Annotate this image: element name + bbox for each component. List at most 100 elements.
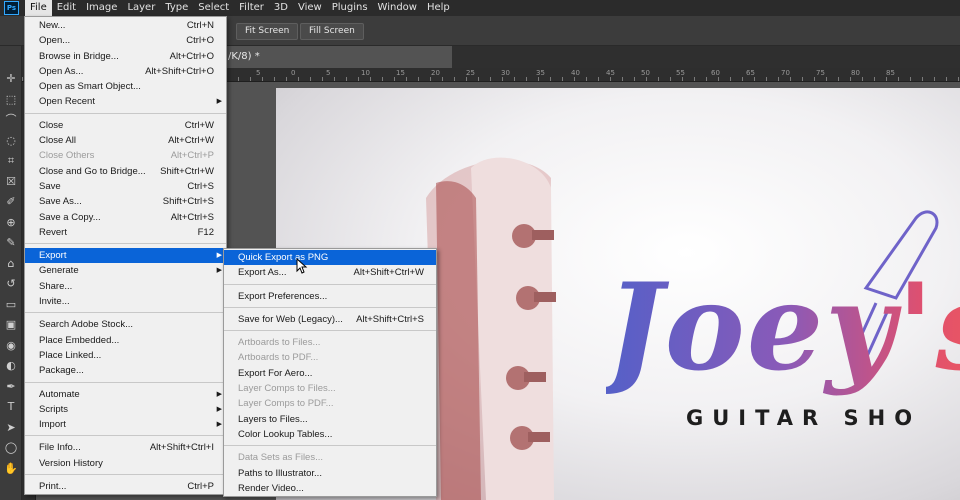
- menu-item-label: Generate: [39, 265, 79, 277]
- menu-item-print[interactable]: Print... Ctrl+P: [25, 479, 226, 494]
- menu-item-close-and-go-to-bridge[interactable]: Close and Go to Bridge... Shift+Ctrl+W: [25, 164, 226, 179]
- menu-item-place-embedded[interactable]: Place Embedded...: [25, 333, 226, 348]
- menu-item-export-preferences[interactable]: Export Preferences...: [224, 289, 436, 304]
- menu-item-label: Version History: [39, 457, 103, 469]
- menu-item-save-a-copy[interactable]: Save a Copy... Alt+Ctrl+S: [25, 210, 226, 225]
- frame-tool-icon[interactable]: ☒: [4, 175, 18, 189]
- menu-item-label: Scripts: [39, 403, 69, 415]
- menu-window[interactable]: Window: [373, 0, 422, 16]
- menu-item-label: Save for Web (Legacy)...: [238, 313, 343, 325]
- ruler-label: 60: [711, 69, 720, 77]
- guitar-headstock-image: [426, 157, 556, 500]
- menu-item-label: Export Preferences...: [238, 290, 328, 302]
- quick-select-tool-icon[interactable]: ◌: [4, 134, 18, 148]
- menu-item-shortcut: Alt+Ctrl+O: [169, 50, 214, 62]
- menu-item-export-for-aero[interactable]: Export For Aero...: [224, 366, 436, 381]
- menu-item-search-adobe-stock[interactable]: Search Adobe Stock...: [25, 317, 226, 332]
- menu-item-open-as[interactable]: Open As... Alt+Shift+Ctrl+O: [25, 64, 226, 79]
- fill-screen-button[interactable]: Fill Screen: [300, 23, 364, 40]
- export-submenu: Quick Export as PNG Export As... Alt+Shift…: [223, 248, 437, 498]
- menu-item-export-as[interactable]: Export As... Alt+Shift+Ctrl+W: [224, 265, 436, 280]
- menu-edit[interactable]: Edit: [52, 0, 81, 16]
- menu-file[interactable]: File: [25, 0, 52, 16]
- menu-item-render-video[interactable]: Render Video...: [224, 481, 436, 496]
- menu-item-label: New...: [39, 20, 66, 31]
- ruler-label: 40: [571, 69, 580, 77]
- fit-screen-button[interactable]: Fit Screen: [236, 23, 299, 40]
- menu-plugins[interactable]: Plugins: [327, 0, 373, 16]
- healing-brush-tool-icon[interactable]: ⊕: [4, 216, 18, 230]
- ruler-label: 65: [746, 69, 755, 77]
- menu-filter[interactable]: Filter: [234, 0, 269, 16]
- menu-item-package[interactable]: Package...: [25, 363, 226, 378]
- document-tab[interactable]: /K/8) *: [222, 46, 452, 68]
- lasso-tool-icon[interactable]: ⌒: [4, 113, 18, 127]
- menu-item-browse-in-bridge[interactable]: Browse in Bridge... Alt+Ctrl+O: [25, 49, 226, 64]
- menu-item-open-recent[interactable]: Open Recent ▶: [25, 94, 226, 109]
- menu-item-label: Invite...: [39, 296, 70, 308]
- clone-stamp-tool-icon[interactable]: ⌂: [4, 257, 18, 271]
- type-tool-icon[interactable]: T: [4, 400, 18, 414]
- eraser-tool-icon[interactable]: ▭: [4, 298, 18, 312]
- menu-item-shortcut: Ctrl+S: [187, 180, 214, 192]
- menu-item-automate[interactable]: Automate ▶: [25, 387, 226, 402]
- menu-separator: [25, 474, 226, 476]
- marquee-tool-icon[interactable]: ⬚: [4, 93, 18, 107]
- brush-tool-icon[interactable]: ✎: [4, 236, 18, 250]
- menu-item-share[interactable]: Share...: [25, 279, 226, 294]
- menu-item-label: Close: [39, 119, 64, 131]
- eyedropper-tool-icon[interactable]: ✐: [4, 195, 18, 209]
- ruler-label: 55: [676, 69, 685, 77]
- menu-item-invite[interactable]: Invite...: [25, 294, 226, 309]
- menu-item-close[interactable]: Close Ctrl+W: [25, 118, 226, 133]
- menu-item-quick-export-as-png[interactable]: Quick Export as PNG: [224, 250, 436, 266]
- menu-item-version-history[interactable]: Version History: [25, 456, 226, 471]
- menu-item-layers-to-files[interactable]: Layers to Files...: [224, 412, 436, 427]
- menu-item-open[interactable]: Open... Ctrl+O: [25, 33, 226, 48]
- dodge-tool-icon[interactable]: ◐: [4, 359, 18, 373]
- menu-item-export[interactable]: Export ▶: [25, 248, 226, 264]
- menu-item-close-all[interactable]: Close All Alt+Ctrl+W: [25, 133, 226, 148]
- menu-item-shortcut: Ctrl+W: [184, 119, 214, 131]
- menu-layer[interactable]: Layer: [122, 0, 160, 16]
- menu-3d[interactable]: 3D: [269, 0, 293, 16]
- menu-item-color-lookup-tables[interactable]: Color Lookup Tables...: [224, 427, 436, 442]
- file-menu: New... Ctrl+N Open... Ctrl+O Browse in Bridg…: [24, 16, 227, 496]
- menu-item-open-as-smart-object[interactable]: Open as Smart Object...: [25, 79, 226, 94]
- menu-type[interactable]: Type: [160, 0, 193, 16]
- path-select-tool-icon[interactable]: ➤: [4, 421, 18, 435]
- pen-tool-icon[interactable]: ✒: [4, 380, 18, 394]
- ruler-label: 30: [501, 69, 510, 77]
- menu-item-new[interactable]: New... Ctrl+N: [25, 18, 226, 33]
- menu-view[interactable]: View: [293, 0, 327, 16]
- menu-item-shortcut: Shift+Ctrl+S: [162, 196, 214, 208]
- menu-item-generate[interactable]: Generate ▶: [25, 263, 226, 278]
- menu-item-scripts[interactable]: Scripts ▶: [25, 402, 226, 417]
- shape-tool-icon[interactable]: ◯: [4, 441, 18, 455]
- blur-tool-icon[interactable]: ◉: [4, 339, 18, 353]
- menu-item-save[interactable]: Save Ctrl+S: [25, 179, 226, 194]
- menu-item-shortcut: Alt+Ctrl+S: [170, 211, 214, 223]
- crop-tool-icon[interactable]: ⌗: [4, 154, 18, 168]
- menu-select[interactable]: Select: [193, 0, 234, 16]
- menu-image[interactable]: Image: [81, 0, 122, 16]
- ruler-label: 85: [886, 69, 895, 77]
- menu-item-label: Render Video...: [238, 482, 304, 494]
- menu-item-revert[interactable]: Revert F12: [25, 225, 226, 240]
- menu-item-save-for-web-legacy[interactable]: Save for Web (Legacy)... Alt+Shift+Ctrl+S: [224, 312, 436, 327]
- menu-item-import[interactable]: Import ▶: [25, 417, 226, 432]
- menu-item-paths-to-illustrator[interactable]: Paths to Illustrator...: [224, 466, 436, 481]
- menu-help[interactable]: Help: [422, 0, 455, 16]
- ruler-label: 15: [396, 69, 405, 77]
- move-tool-icon[interactable]: ✛: [4, 72, 18, 86]
- ruler-label: 45: [606, 69, 615, 77]
- hand-tool-icon[interactable]: ✋: [4, 462, 18, 476]
- menu-item-save-as[interactable]: Save As... Shift+Ctrl+S: [25, 194, 226, 209]
- menu-item-place-linked[interactable]: Place Linked...: [25, 348, 226, 363]
- gradient-tool-icon[interactable]: ▣: [4, 318, 18, 332]
- submenu-arrow-icon: ▶: [216, 405, 222, 413]
- menu-item-file-info[interactable]: File Info... Alt+Shift+Ctrl+I: [25, 440, 226, 455]
- menu-item-label: Export For Aero...: [238, 367, 313, 379]
- menu-item-shortcut: Alt+Shift+Ctrl+O: [145, 65, 214, 77]
- history-brush-tool-icon[interactable]: ↺: [4, 277, 18, 291]
